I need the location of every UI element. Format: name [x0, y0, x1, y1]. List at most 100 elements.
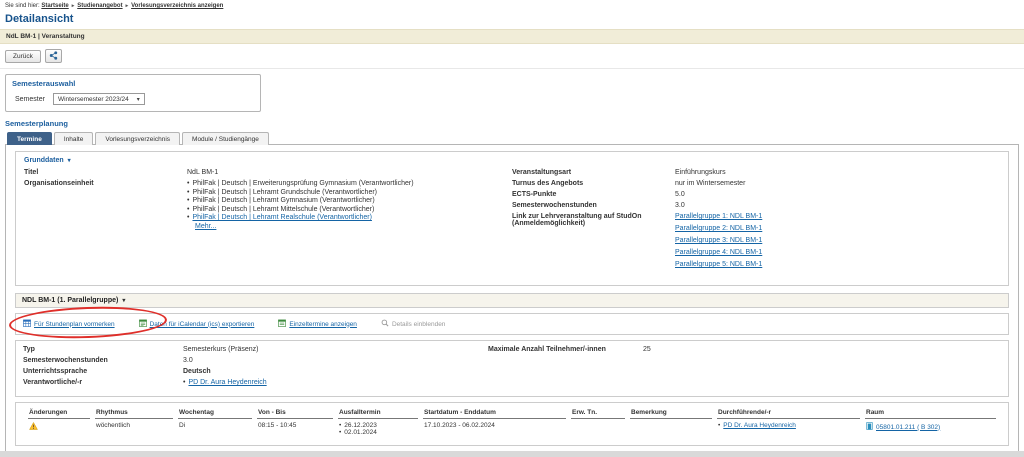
org-item: PhilFak | Deutsch | Lehramt Gymnasium (V… [187, 197, 512, 204]
schedule-table-box: Änderungen Rhythmus Wochentag Von - Bis … [15, 402, 1009, 446]
organisationseinheit-list: PhilFak | Deutsch | Erweiterungsprüfung … [187, 180, 512, 221]
icalendar-export-action[interactable]: Daten für iCalendar (ics) exportieren [139, 319, 255, 329]
col-header-durchfuehrende[interactable]: Durchführende/-r [717, 407, 860, 419]
room-icon [866, 422, 873, 432]
tab-inhalte[interactable]: Inhalte [54, 132, 94, 145]
col-header-bemerkung[interactable]: Bemerkung [630, 407, 712, 419]
col-header-raum[interactable]: Raum [865, 407, 996, 419]
col-header-erw-tn[interactable]: Erw. Tn. [571, 407, 625, 419]
page-title: Detailansicht [0, 10, 1024, 29]
group-sws-label: Semesterwochenstunden [23, 357, 183, 364]
typ-label: Typ [23, 346, 183, 353]
group-sws-value: 3.0 [183, 357, 488, 364]
semester-selection-heading: Semesterauswahl [12, 79, 254, 88]
titel-value: NdL BM-1 [187, 169, 512, 176]
titel-label: Titel [24, 169, 187, 176]
max-teilnehmer-label: Maximale Anzahl Teilnehmer/-innen [488, 346, 643, 353]
unterrichtssprache-label: Unterrichtssprache [23, 368, 183, 375]
verantwortliche-label: Verantwortliche/-r [23, 379, 183, 386]
semester-select[interactable]: Wintersemester 2023/24 [53, 93, 145, 105]
col-header-ausfalltermin[interactable]: Ausfalltermin [338, 407, 418, 419]
toolbar: Zurück [0, 44, 1024, 69]
calendar-icon [278, 319, 286, 329]
ausfalltermin-1: 26.12.2023 [339, 422, 417, 429]
col-header-aenderungen[interactable]: Änderungen [28, 407, 90, 419]
calendar-export-icon [139, 319, 147, 329]
sws-value: 3.0 [675, 202, 1000, 209]
col-header-von-bis[interactable]: Von - Bis [257, 407, 333, 419]
zeitraum-cell: 17.10.2023 - 06.02.2024 [423, 419, 566, 439]
tab-termine[interactable]: Termine [7, 132, 52, 145]
breadcrumb-link-startseite[interactable]: Startseite [41, 3, 68, 9]
max-teilnehmer-value: 25 [643, 346, 651, 353]
durchfuehrende-link[interactable]: PD Dr. Aura Heydenreich [723, 422, 796, 429]
ausfalltermin-cell: 26.12.2023 02.01.2024 [338, 419, 418, 439]
tab-vorlesungsverzeichnis[interactable]: Vorlesungsverzeichnis [95, 132, 180, 145]
bemerkung-cell [630, 419, 712, 439]
breadcrumb-link-studienangebot[interactable]: Studienangebot [69, 3, 123, 9]
share-icon [49, 51, 58, 62]
verantwortliche-link[interactable]: PD Dr. Aura Heydenreich [188, 379, 266, 386]
details-einblenden-label: Details einblenden [392, 321, 445, 328]
timetable-icon [23, 319, 31, 329]
semester-planning-section: Semesterplanung Termine Inhalte Vorlesun… [5, 119, 1019, 451]
ausfalltermin-2: 02.01.2024 [339, 429, 417, 436]
organisationseinheit-label: Organisationseinheit [24, 180, 187, 230]
grunddaten-heading[interactable]: Grunddaten [24, 157, 1000, 164]
einzeltermine-anzeigen-label: Einzeltermine anzeigen [289, 321, 357, 328]
turnus-value: nur im Wintersemester [675, 180, 1000, 187]
mehr-link[interactable]: Mehr... [195, 223, 216, 230]
raum-cell: 05801.01.211 ( B 302) [865, 419, 996, 439]
stundenplan-vormerken-action[interactable]: Für Stundenplan vormerken [23, 319, 115, 329]
parallelgruppe-3-link[interactable]: Parallelgruppe 3: NDL BM-1 [675, 237, 762, 244]
parallelgruppe-4-link[interactable]: Parallelgruppe 4: NDL BM-1 [675, 249, 762, 256]
back-button[interactable]: Zurück [5, 50, 41, 63]
icalendar-export-label: Daten für iCalendar (ics) exportieren [150, 321, 255, 328]
tab-bar: Termine Inhalte Vorlesungsverzeichnis Mo… [5, 132, 1019, 145]
tab-module-studiengaenge[interactable]: Module / Studiengänge [182, 132, 269, 145]
studon-links: Parallelgruppe 1: NDL BM-1 Parallelgrupp… [675, 213, 1000, 273]
studon-label: Link zur Lehrveranstaltung auf StudOn (A… [512, 213, 675, 273]
org-item: PhilFak | Deutsch | Lehramt Mittelschule… [187, 206, 512, 213]
grunddaten-box: Grunddaten Titel NdL BM-1 Organisationse… [15, 151, 1009, 286]
wochentag-cell: Di [178, 419, 252, 439]
share-button[interactable] [45, 49, 62, 63]
semester-planning-heading: Semesterplanung [5, 119, 1019, 128]
magnifier-icon [381, 319, 389, 329]
durchfuehrende-cell: PD Dr. Aura Heydenreich [717, 419, 860, 439]
semester-label: Semester [15, 96, 45, 103]
mehr-link[interactable]: PhilFak | Deutsch | Lehramt Realschule (… [192, 214, 372, 221]
rhythmus-cell: wöchentlich [95, 419, 173, 439]
breadcrumb-link-vorlesungsverzeichnis[interactable]: Vorlesungsverzeichnis anzeigen [123, 3, 224, 9]
stundenplan-vormerken-label: Für Stundenplan vormerken [34, 321, 115, 328]
table-row: wöchentlich Di 08:15 - 10:45 26.12.2023 … [28, 419, 996, 439]
von-bis-cell: 08:15 - 10:45 [257, 419, 333, 439]
tab-panel-termine: Grunddaten Titel NdL BM-1 Organisationse… [5, 144, 1019, 451]
org-item: PhilFak | Deutsch | Erweiterungsprüfung … [187, 180, 512, 187]
org-item: PhilFak | Deutsch | Lehramt Grundschule … [187, 189, 512, 196]
ects-label: ECTS-Punkte [512, 191, 675, 198]
schedule-table: Änderungen Rhythmus Wochentag Von - Bis … [23, 407, 1001, 439]
actions-box: Für Stundenplan vormerken Daten für iCal… [15, 313, 1009, 335]
col-header-wochentag[interactable]: Wochentag [178, 407, 252, 419]
veranstaltungsart-label: Veranstaltungsart [512, 169, 675, 176]
room-link[interactable]: 05801.01.211 ( B 302) [876, 424, 940, 431]
parallelgruppe-1-link[interactable]: Parallelgruppe 1: NDL BM-1 [675, 213, 762, 220]
page: Sie sind hier: StartseiteStudienangebotV… [0, 0, 1024, 451]
group-details-box: Typ Semesterkurs (Präsenz) Maximale Anza… [15, 340, 1009, 397]
ects-value: 5.0 [675, 191, 1000, 198]
context-bar: NdL BM-1 | Veranstaltung [0, 29, 1024, 44]
sws-label: Semesterwochenstunden [512, 202, 675, 209]
veranstaltungsart-value: Einführungskurs [675, 169, 1000, 176]
details-einblenden-action[interactable]: Details einblenden [381, 319, 445, 329]
parallelgruppe-2-link[interactable]: Parallelgruppe 2: NDL BM-1 [675, 225, 762, 232]
unterrichtssprache-value: Deutsch [183, 368, 488, 375]
einzeltermine-anzeigen-action[interactable]: Einzeltermine anzeigen [278, 319, 357, 329]
col-header-startdatum-enddatum[interactable]: Startdatum - Enddatum [423, 407, 566, 419]
col-header-rhythmus[interactable]: Rhythmus [95, 407, 173, 419]
semester-selection-box: Semesterauswahl Semester Wintersemester … [5, 74, 261, 112]
parallelgruppe-5-link[interactable]: Parallelgruppe 5: NDL BM-1 [675, 261, 762, 268]
breadcrumb: Sie sind hier: StartseiteStudienangebotV… [0, 0, 1024, 10]
warning-icon [29, 425, 38, 432]
parallelgruppe-header[interactable]: NDL BM-1 (1. Parallelgruppe) [15, 293, 1009, 308]
